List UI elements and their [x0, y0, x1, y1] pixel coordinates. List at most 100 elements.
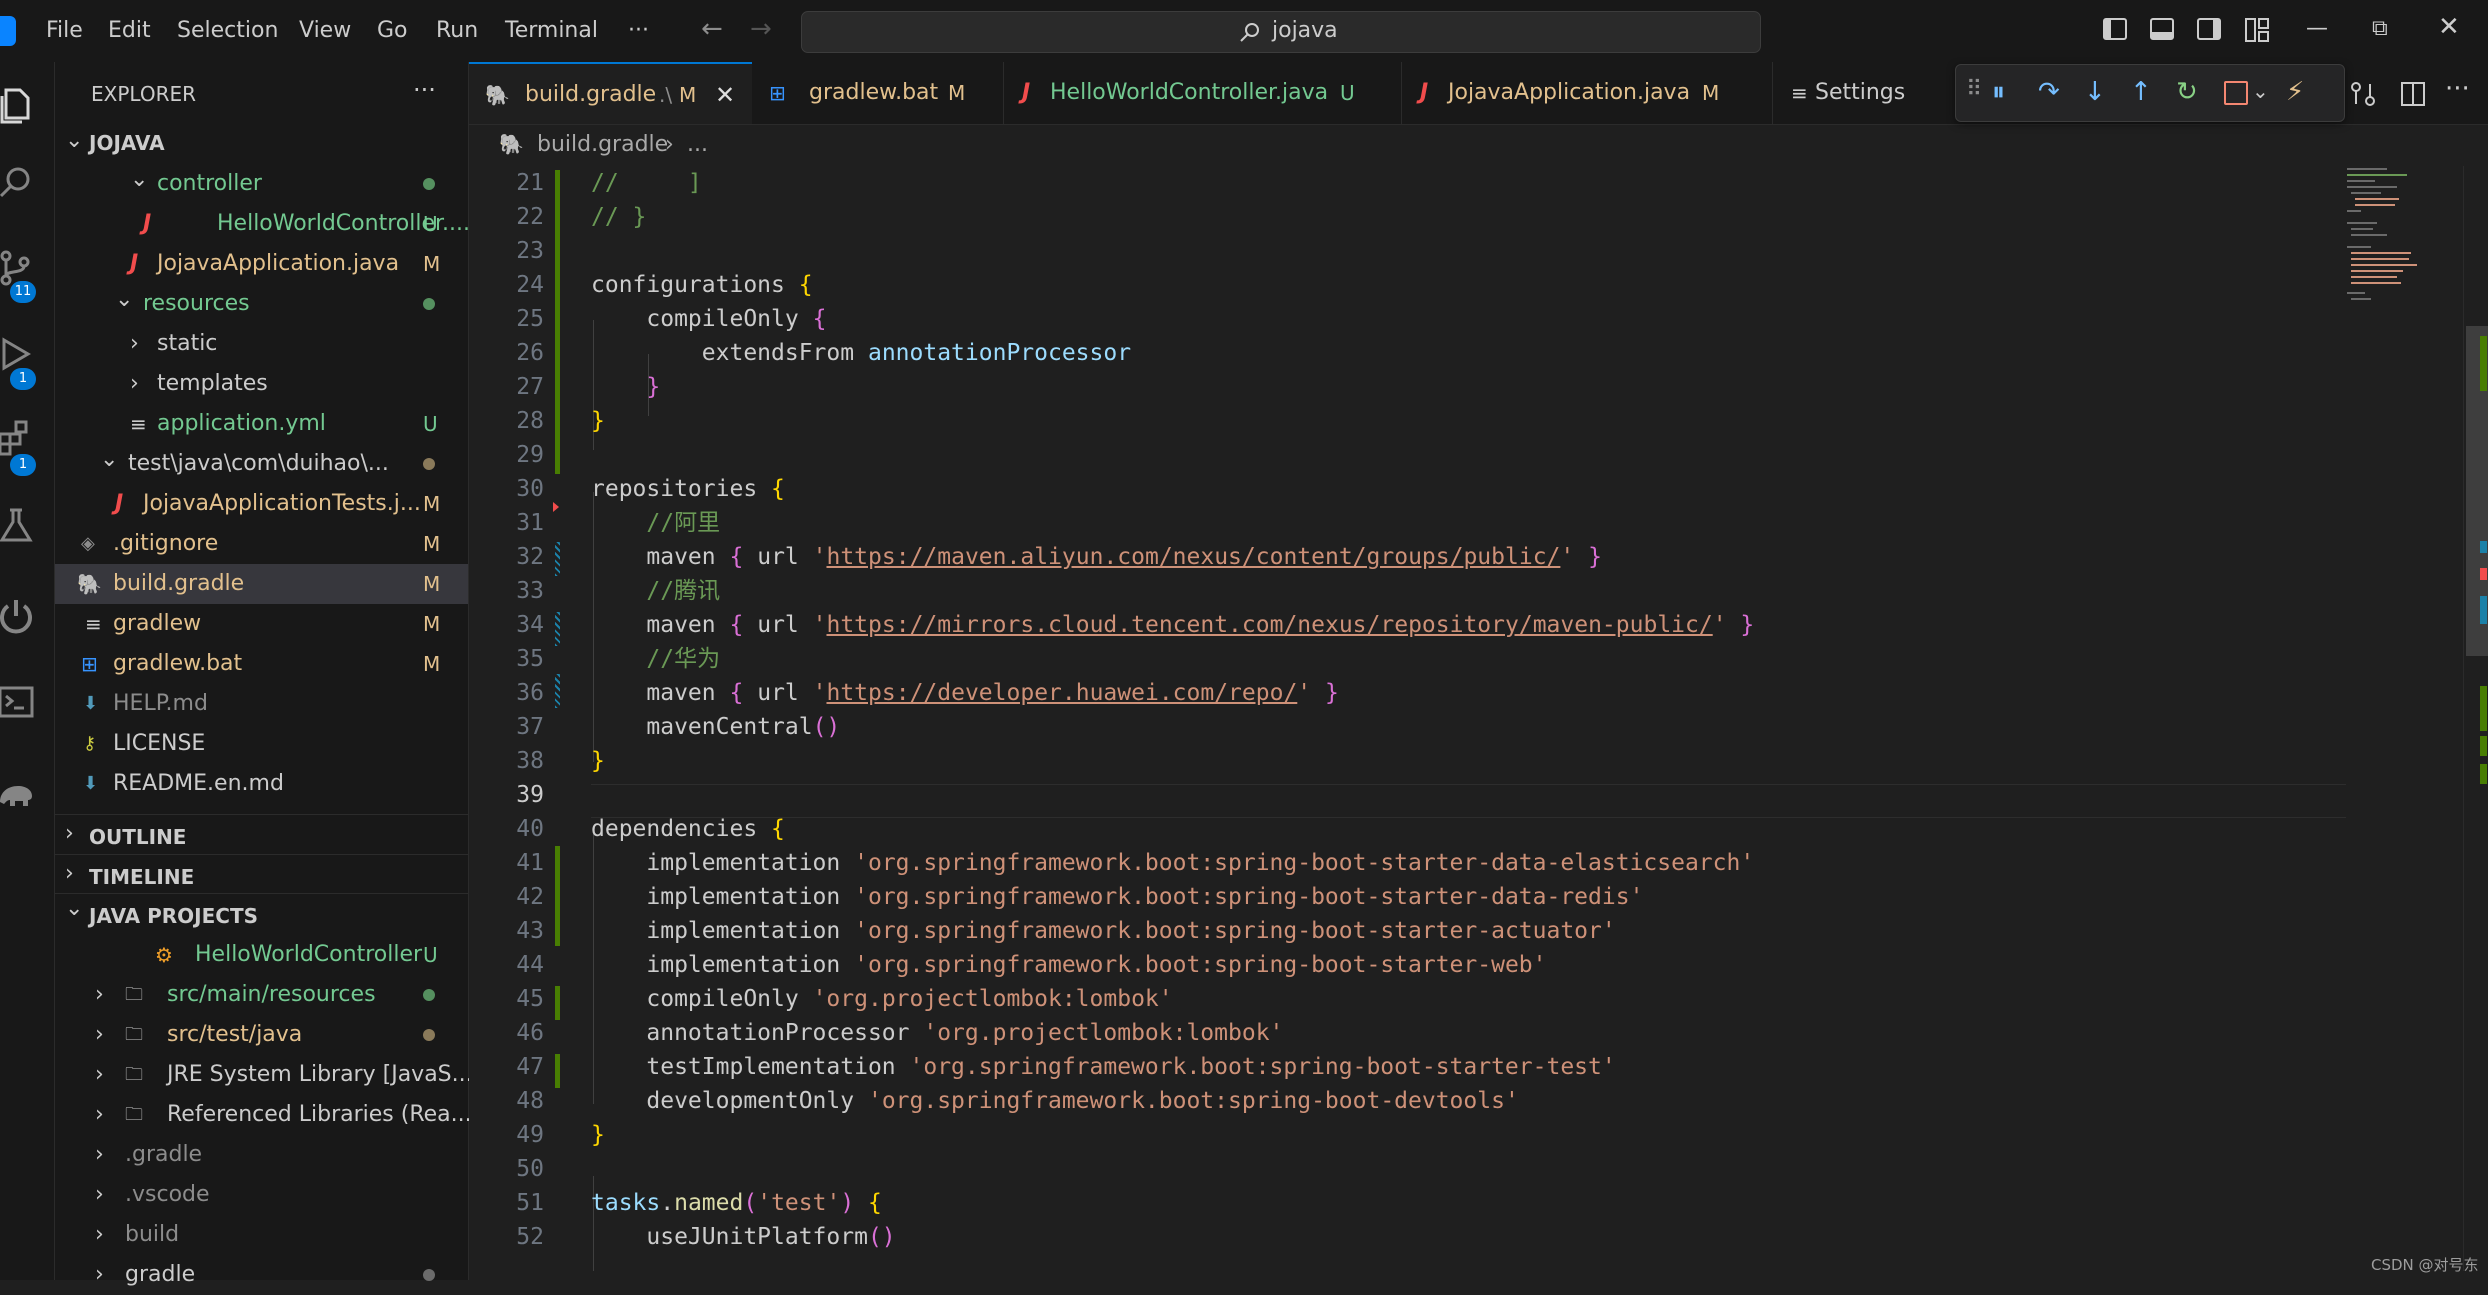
- library-icon: 🗀: [125, 1064, 143, 1085]
- status-badge: M: [423, 572, 441, 596]
- open-changes-icon[interactable]: [2349, 80, 2377, 108]
- tree-item-templates[interactable]: › templates: [55, 364, 468, 404]
- split-editor-icon[interactable]: [2399, 80, 2427, 108]
- toggle-panel-icon[interactable]: [2150, 18, 2174, 40]
- java-item-gradle-dir[interactable]: › .gradle: [55, 1135, 468, 1175]
- step-into-icon[interactable]: ↓: [2084, 77, 2106, 107]
- restore-icon[interactable]: ⧉: [2372, 16, 2388, 41]
- java-item-label: HelloWorldController: [195, 942, 423, 967]
- editor-scrollbar[interactable]: [2463, 166, 2488, 1271]
- explorer-more-button[interactable]: ···: [413, 76, 436, 104]
- tree-item-jojavaapplication[interactable]: J JojavaApplication.java M: [55, 244, 468, 284]
- vscode-logo-icon: [0, 16, 16, 46]
- java-item-src-test-java[interactable]: › 🗀 src/test/java: [55, 1015, 468, 1055]
- tree-item-helloworldcontroller[interactable]: J HelloWorldController.... U: [55, 204, 470, 244]
- customize-layout-icon[interactable]: [2244, 17, 2270, 43]
- tab-gradlew-bat[interactable]: ⊞ gradlew.bat M: [753, 62, 1004, 124]
- tree-item-readme-en[interactable]: ⬇ README.en.md: [55, 764, 468, 804]
- code-line-46: annotationProcessor 'org.projectlombok:l…: [646, 1020, 1284, 1046]
- stop-icon[interactable]: [2224, 81, 2248, 105]
- code-line-22: // }: [591, 204, 647, 230]
- java-item-label: .vscode: [125, 1182, 210, 1207]
- tab-jojavaapplication[interactable]: J JojavaApplication.java M: [1402, 62, 1773, 124]
- menu-go[interactable]: Go: [377, 18, 408, 43]
- tree-item-label: resources: [143, 291, 250, 316]
- spring-boot-dashboard-icon[interactable]: [0, 596, 36, 636]
- menu-edit[interactable]: Edit: [108, 18, 151, 43]
- line-number: 51: [516, 1190, 544, 1216]
- tab-settings[interactable]: ≡ Settings: [1773, 62, 1953, 124]
- code-line-47: testImplementation 'org.springframework.…: [646, 1054, 1616, 1080]
- tree-item-jojavaapplicationtests[interactable]: J JojavaApplicationTests.j... M: [55, 484, 468, 524]
- tree-item-label: gradlew: [113, 611, 202, 636]
- editor-more-actions-button[interactable]: ···: [2445, 74, 2470, 104]
- breadcrumb-file[interactable]: build.gradle: [537, 132, 668, 157]
- back-arrow-icon[interactable]: ←: [701, 14, 723, 44]
- tree-item-controller[interactable]: ⌄ controller: [55, 164, 468, 204]
- java-item-jre-library[interactable]: › 🗀 JRE System Library [JavaS...: [55, 1055, 473, 1095]
- menu-selection[interactable]: Selection: [177, 18, 278, 43]
- menu-view[interactable]: View: [299, 18, 351, 43]
- java-projects-label: JAVA PROJECTS: [89, 904, 259, 928]
- step-over-icon[interactable]: ↷: [2038, 77, 2060, 107]
- java-item-src-main-resources[interactable]: › 🗀 src/main/resources: [55, 975, 468, 1015]
- java-item-build-dir[interactable]: › build: [55, 1215, 468, 1255]
- java-item-gradle-folder[interactable]: › gradle: [55, 1255, 468, 1295]
- minimize-icon[interactable]: —: [2306, 16, 2328, 41]
- status-dot: [423, 178, 435, 190]
- line-number: 25: [516, 306, 544, 332]
- timeline-section-header[interactable]: › TIMELINE: [55, 854, 468, 893]
- code-editor[interactable]: 21 22 23 24 25 26 27 28 29 30 31 32 33 3…: [469, 166, 2464, 1271]
- tree-item-build-gradle[interactable]: 🐘 build.gradle M: [55, 564, 468, 604]
- pause-icon[interactable]: ⏸: [1992, 77, 2005, 108]
- gradle-elephant-icon[interactable]: [0, 774, 36, 814]
- tree-item-label: JojavaApplicationTests.j...: [143, 491, 421, 516]
- explorer-root-header[interactable]: ⌄ JOJAVA: [55, 124, 468, 160]
- tree-item-license[interactable]: ⚷ LICENSE: [55, 724, 468, 764]
- java-item-helloworldcontroller[interactable]: ⚙ HelloWorldController U: [55, 935, 468, 975]
- toggle-primary-sidebar-icon[interactable]: [2103, 18, 2127, 40]
- menu-run[interactable]: Run: [436, 18, 478, 43]
- step-out-icon[interactable]: ↑: [2130, 77, 2152, 107]
- tab-build-gradle[interactable]: 🐘 build.gradle .\ M ✕: [469, 62, 752, 124]
- java-item-referenced-libraries[interactable]: › 🗀 Referenced Libraries (Rea...: [55, 1095, 472, 1135]
- tree-item-gradlew[interactable]: ≡ gradlew M: [55, 604, 468, 644]
- menu-more-button[interactable]: ···: [628, 18, 649, 43]
- tab-helloworldcontroller[interactable]: J HelloWorldController.java U: [1004, 62, 1402, 124]
- command-center-search[interactable]: jojava: [801, 11, 1761, 53]
- extensions-icon[interactable]: [0, 418, 36, 458]
- stop-dropdown-chevron-icon[interactable]: ⌄: [2252, 79, 2269, 103]
- tree-item-application-yml[interactable]: ≡ application.yml U: [55, 404, 468, 444]
- tree-item-resources[interactable]: ⌄ resources: [55, 284, 468, 324]
- close-tab-icon[interactable]: ✕: [715, 64, 735, 126]
- testing-flask-icon[interactable]: [0, 506, 36, 546]
- forward-arrow-icon[interactable]: →: [750, 14, 772, 44]
- gutter-added-marker: [555, 986, 560, 1020]
- code-line-37: mavenCentral(): [646, 714, 841, 740]
- settings-lines-icon: ≡: [1791, 81, 1808, 105]
- toggle-secondary-sidebar-icon[interactable]: [2197, 18, 2221, 40]
- terminal-view-icon[interactable]: [0, 682, 36, 722]
- outline-section-header[interactable]: › OUTLINE: [55, 814, 468, 853]
- java-projects-section-header[interactable]: ⌄ JAVA PROJECTS: [55, 893, 468, 932]
- status-dot: [423, 458, 435, 470]
- explorer-icon[interactable]: [0, 84, 36, 124]
- hot-code-replace-icon[interactable]: ⚡: [2286, 77, 2304, 107]
- close-window-icon[interactable]: ✕: [2438, 12, 2460, 42]
- menu-file[interactable]: File: [46, 18, 83, 43]
- tab-path: .\: [659, 83, 673, 107]
- tree-item-help-md[interactable]: ⬇ HELP.md: [55, 684, 468, 724]
- menu-terminal[interactable]: Terminal: [505, 18, 598, 43]
- restart-icon[interactable]: ↻: [2176, 77, 2198, 107]
- tree-item-test-java[interactable]: ⌄ test\java\com\duihao\...: [55, 444, 468, 484]
- tree-item-gitignore[interactable]: ◈ .gitignore M: [55, 524, 468, 564]
- breadcrumb-more[interactable]: ...: [687, 132, 708, 157]
- java-item-vscode-dir[interactable]: › .vscode: [55, 1175, 468, 1215]
- code-line-30: repositories {: [591, 476, 785, 502]
- tree-item-gradlew-bat[interactable]: ⊞ gradlew.bat M: [55, 644, 468, 684]
- line-number: 49: [516, 1122, 544, 1148]
- minimap[interactable]: [2345, 166, 2463, 1271]
- drag-handle-icon[interactable]: ⠿: [1966, 77, 1982, 102]
- search-view-icon[interactable]: [0, 163, 36, 203]
- tree-item-static[interactable]: › static: [55, 324, 468, 364]
